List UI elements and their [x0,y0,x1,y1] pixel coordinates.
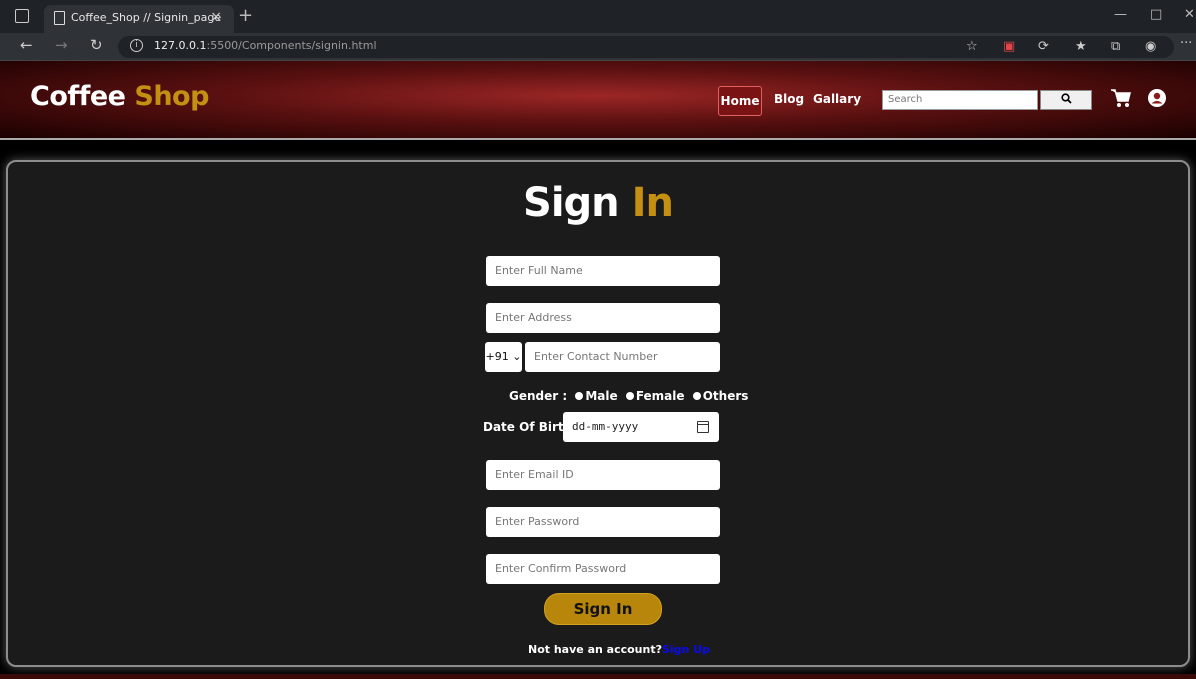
gender-others-radio[interactable] [692,392,701,400]
browser-tabbar: Coffee_Shop // Signin_page × + — □ ✕ [0,0,1196,33]
password-input[interactable]: Enter Password [486,507,720,537]
contact-number-input[interactable]: Enter Contact Number [525,342,720,372]
confirm-password-input[interactable]: Enter Confirm Password [486,554,720,584]
sidebar-toggle-icon[interactable] [15,9,29,23]
extensions-icon[interactable]: ⟳ [1038,39,1049,54]
country-code-select[interactable]: +91 ⌄ [485,342,522,372]
url-field[interactable]: i 127.0.0.1:5500/Components/signin.html … [118,36,1174,58]
favorites-icon[interactable]: ★ [1075,39,1087,54]
site-header: Coffee Shop Home Blog Gallary Search [0,61,1196,140]
signin-button[interactable]: Sign In [544,593,662,625]
gender-male-label: Male [585,389,618,403]
back-icon[interactable]: ← [20,36,33,54]
minimize-icon[interactable]: — [1114,7,1127,22]
footer-strip [0,674,1196,679]
favorite-add-icon[interactable]: ☆ [966,39,978,54]
gender-label: Gender : [509,389,568,403]
reload-icon[interactable]: ↻ [90,36,103,54]
nav-home-link[interactable]: Home [718,86,762,116]
collections-icon[interactable]: ⧉ [1111,39,1120,54]
gender-others-label: Others [702,389,749,403]
calendar-icon[interactable] [697,421,709,433]
dob-input[interactable]: dd-mm-yyyy [563,412,719,442]
full-name-input[interactable]: Enter Full Name [486,256,720,286]
new-tab-button[interactable]: + [238,5,253,26]
url-text: 127.0.0.1:5500/Components/signin.html [154,39,377,52]
signup-link[interactable]: Sign Up [662,643,710,656]
gender-female-radio[interactable] [625,392,634,400]
signin-card: Sign In Enter Full Name Enter Address +9… [6,160,1190,667]
search-button[interactable] [1040,90,1092,110]
chevron-down-icon: ⌄ [512,350,522,363]
site-info-icon[interactable]: i [130,39,143,52]
restore-icon[interactable]: □ [1150,7,1162,22]
cart-icon[interactable] [1110,88,1132,113]
profile-avatar-icon[interactable]: ◉ [1145,39,1156,54]
address-bar: ← → ↻ i 127.0.0.1:5500/Components/signin… [0,33,1196,61]
forward-icon[interactable]: → [55,36,68,54]
nav-blog-link[interactable]: Blog [774,92,804,106]
more-menu-icon[interactable]: ··· [1180,36,1192,51]
site-logo[interactable]: Coffee Shop [30,81,209,112]
gender-male-radio[interactable] [575,392,584,400]
browser-tab[interactable]: Coffee_Shop // Signin_page × [44,5,234,33]
nav-gallery-link[interactable]: Gallary [813,92,861,106]
user-icon[interactable] [1147,88,1167,113]
dob-placeholder: dd-mm-yyyy [572,420,639,433]
search-icon [1060,93,1072,104]
window-close-icon[interactable]: ✕ [1184,7,1195,22]
tab-title: Coffee_Shop // Signin_page [71,11,222,24]
email-input[interactable]: Enter Email ID [486,460,720,490]
page-icon [54,11,65,25]
search-input[interactable]: Search [882,90,1038,110]
pocket-icon[interactable]: ▣ [1003,39,1015,54]
address-input[interactable]: Enter Address [486,303,720,333]
signup-prompt: Not have an account?Sign Up [528,643,711,656]
gender-female-label: Female [635,389,685,403]
tab-close-icon[interactable]: × [210,9,222,25]
gender-group: Gender : Male Female Others [509,389,748,403]
page-title: Sign In [523,180,674,226]
